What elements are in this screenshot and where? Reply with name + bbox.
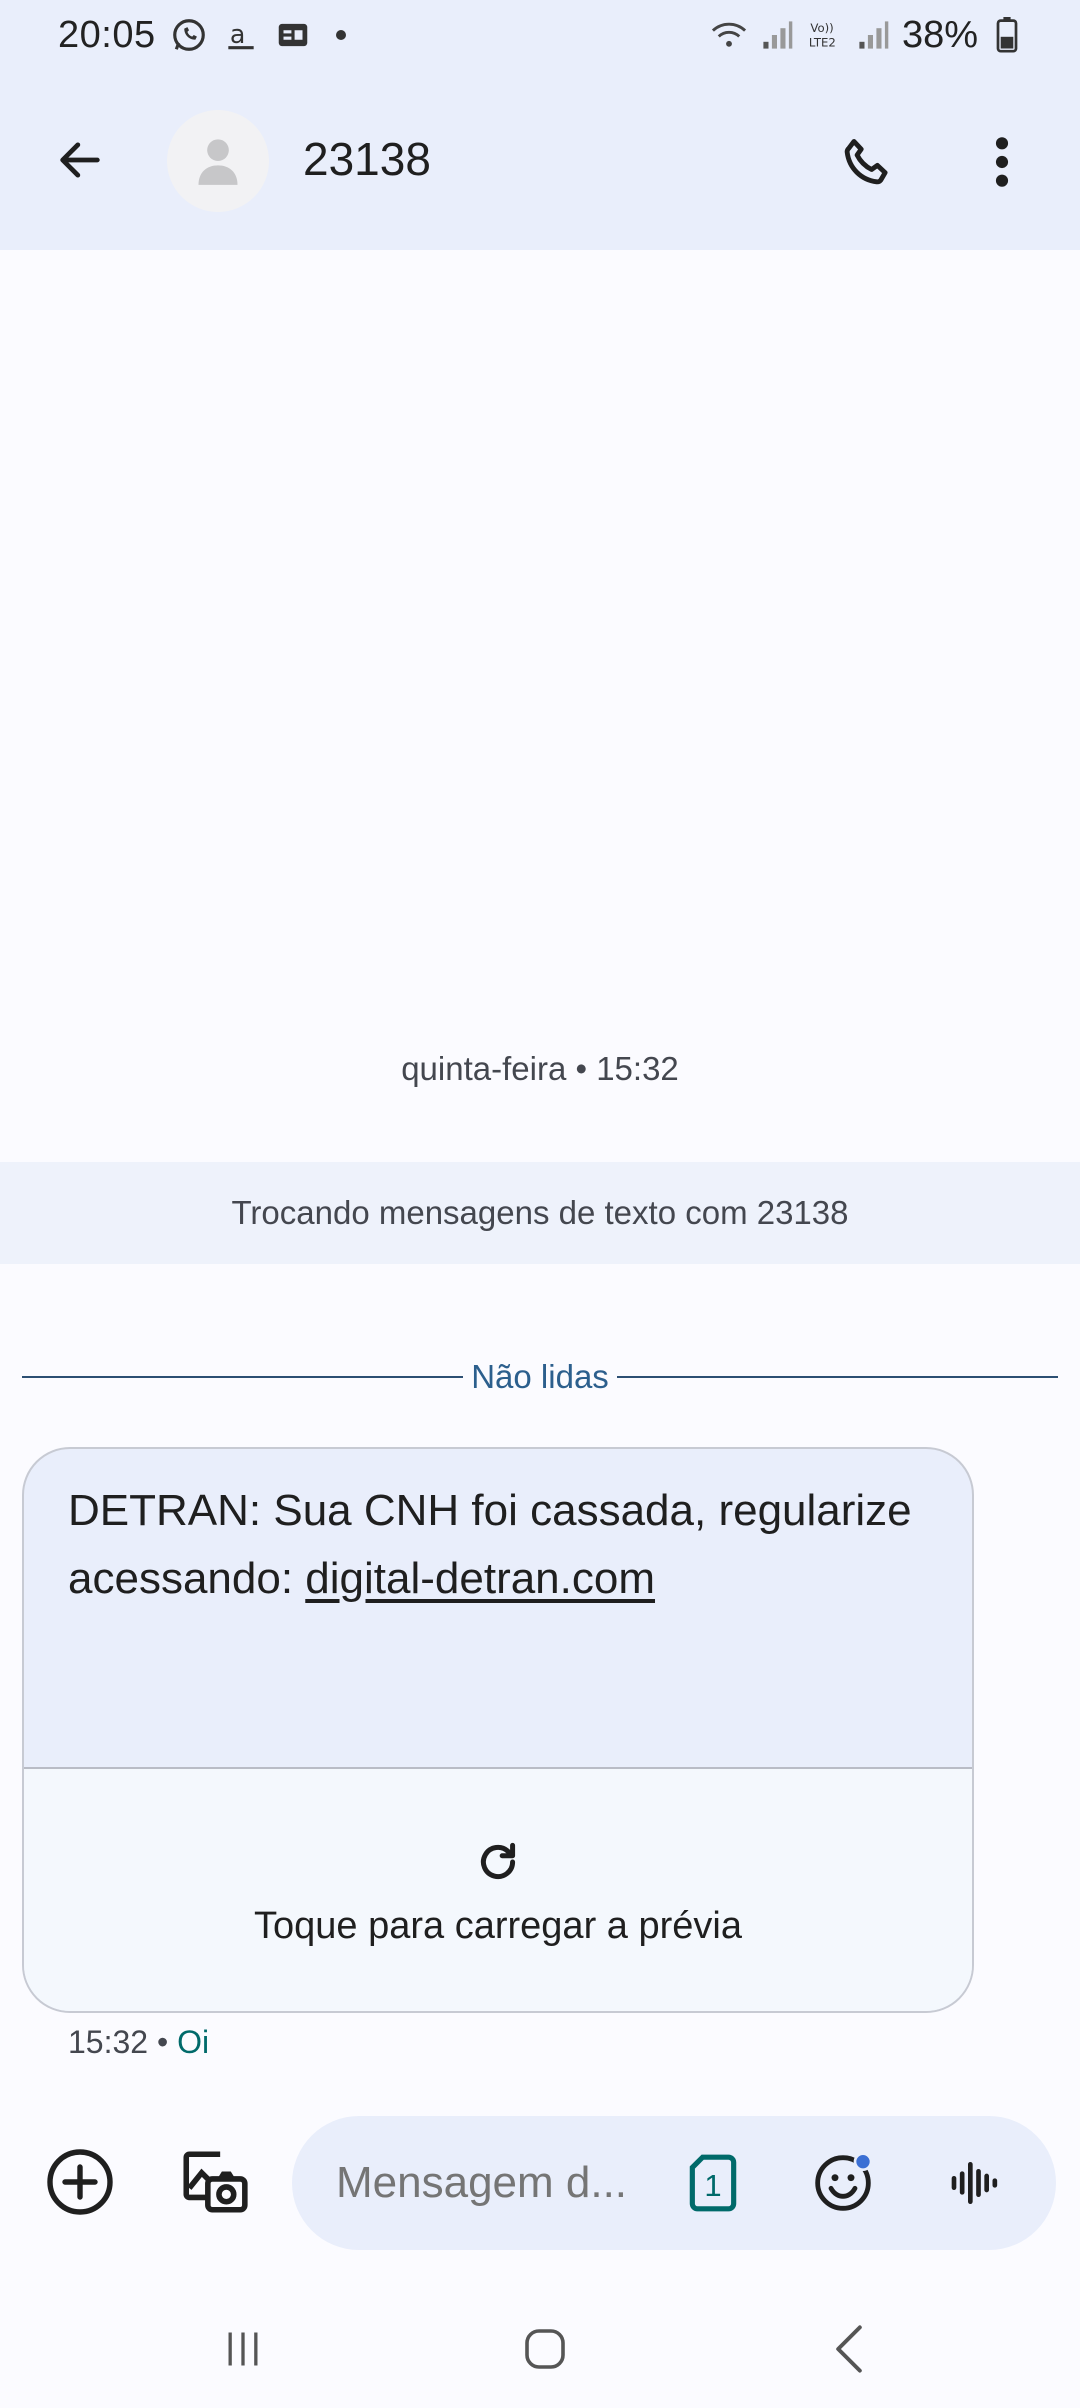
divider-line: [616, 1376, 1059, 1378]
call-button[interactable]: [825, 120, 909, 204]
refresh-icon: [480, 1842, 516, 1879]
conversation-header: 23138: [0, 90, 1080, 230]
gallery-button[interactable]: [172, 2140, 256, 2224]
sim-number: 1: [704, 2168, 721, 2203]
message-text: DETRAN: Sua CNH foi cassada, regularize …: [68, 1477, 948, 1613]
meta-separator: •: [148, 2024, 178, 2060]
phone-icon: [844, 139, 888, 185]
gallery-camera-icon: [183, 2151, 248, 2213]
message-input[interactable]: [336, 2152, 636, 2214]
status-time: 20:05: [58, 13, 156, 56]
unread-divider: Não lidas: [22, 1352, 1059, 1402]
system-nav-bar: [0, 2290, 1080, 2408]
news-icon: [274, 16, 312, 54]
back-arrow-icon: [60, 142, 100, 178]
message-sim: Oi: [177, 2024, 210, 2060]
info-banner: Trocando mensagens de texto com 23138: [0, 1162, 1080, 1264]
link-preview-button[interactable]: Toque para carregar a prévia: [24, 1767, 972, 2011]
avatar-person-icon: [198, 139, 238, 185]
volte-icon: Vo)) LTE2: [806, 16, 844, 54]
wifi-icon: [710, 16, 748, 54]
messages-screen: 20:05 a Vo)) LTE2 38% 23138 quinta-feira…: [0, 0, 1080, 2408]
signal-icon: [854, 16, 892, 54]
more-options-button[interactable]: [960, 120, 1044, 204]
emoji-button[interactable]: [806, 2146, 880, 2220]
status-bar: 20:05 a Vo)) LTE2 38%: [0, 0, 1080, 70]
more-vert-icon: [995, 137, 1009, 187]
sim-icon: 1: [689, 2154, 737, 2212]
voice-wave-icon: [951, 2162, 998, 2204]
svg-text:LTE2: LTE2: [809, 36, 836, 50]
divider-line: [22, 1376, 464, 1378]
amazon-icon: a: [222, 16, 260, 54]
home-icon: [525, 2329, 565, 2369]
message-bubble[interactable]: DETRAN: Sua CNH foi cassada, regularize …: [22, 1447, 974, 2013]
sim-selector-button[interactable]: 1: [676, 2146, 750, 2220]
avatar[interactable]: [167, 110, 269, 212]
contact-name[interactable]: 23138: [303, 132, 431, 186]
svg-text:Vo)): Vo)): [810, 21, 833, 35]
recents-icon: [228, 2332, 258, 2366]
message-time: 15:32: [68, 2024, 149, 2060]
status-right: Vo)) LTE2 38%: [710, 14, 1026, 57]
home-button[interactable]: [508, 2312, 582, 2386]
unread-label: Não lidas: [471, 1358, 609, 1395]
back-icon: [836, 2325, 862, 2373]
preview-label: Toque para carregar a prévia: [254, 1904, 742, 1947]
signal-icon: [758, 16, 796, 54]
date-label: quinta-feira • 15:32: [401, 1050, 679, 1087]
battery-icon: [988, 16, 1026, 54]
add-attachment-button[interactable]: [38, 2140, 122, 2224]
compose-field[interactable]: 1: [292, 2116, 1056, 2250]
message-meta: 15:32 • Oi: [68, 2024, 209, 2061]
status-left: 20:05 a: [58, 14, 346, 57]
recents-button[interactable]: [206, 2312, 280, 2386]
emoji-icon: [815, 2152, 873, 2211]
svg-text:a: a: [230, 19, 246, 49]
voice-message-button[interactable]: [938, 2146, 1012, 2220]
back-button[interactable]: [40, 120, 120, 200]
add-circle-icon: [47, 2149, 113, 2215]
whatsapp-icon: [170, 16, 208, 54]
nav-back-button[interactable]: [812, 2312, 886, 2386]
more-notifications-dot: [335, 30, 346, 40]
battery-percentage: 38%: [901, 13, 978, 56]
message-link[interactable]: digital-detran.com: [305, 1554, 655, 1603]
top-area: 20:05 a Vo)) LTE2 38% 23138: [0, 0, 1080, 250]
